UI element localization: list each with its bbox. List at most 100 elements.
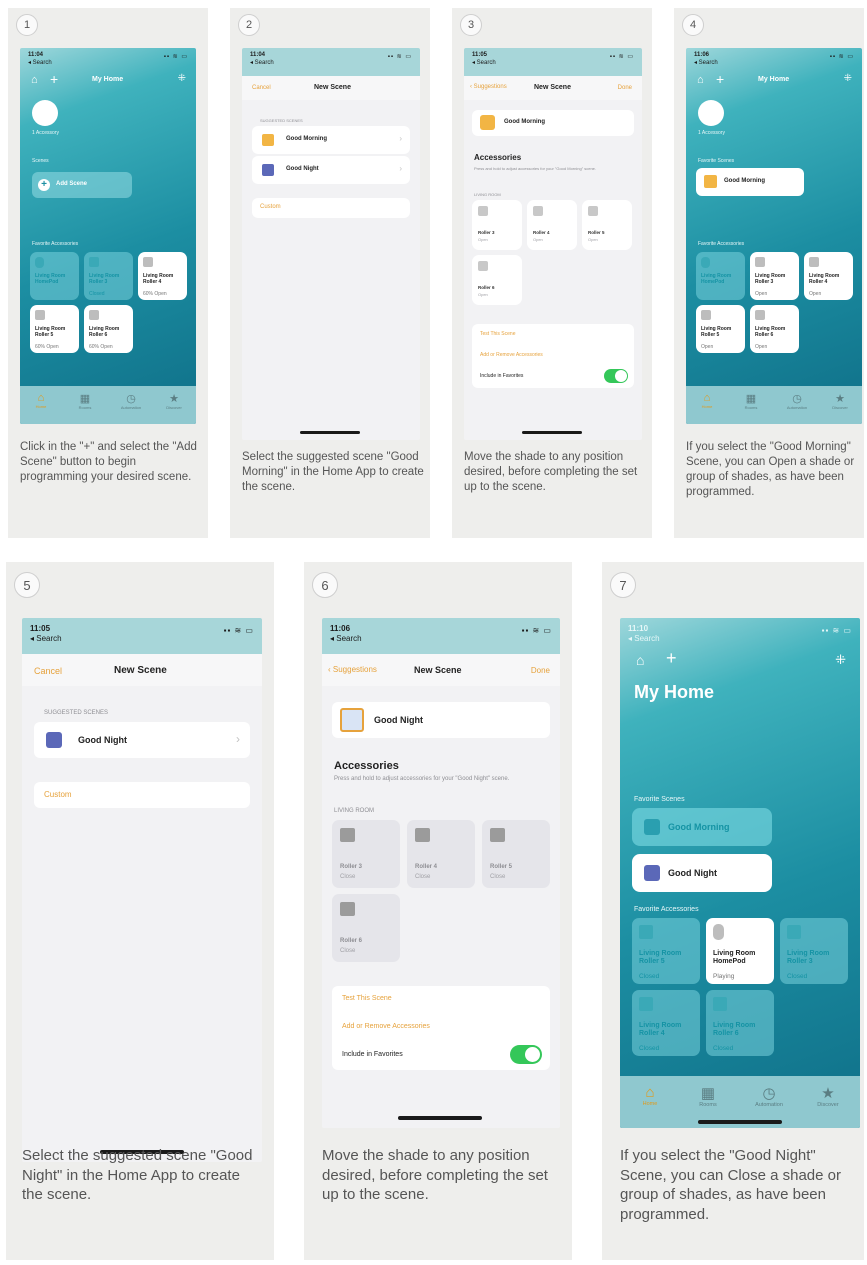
back-to-search-link[interactable]: ◂ Search (30, 634, 62, 643)
accessory-tile[interactable]: Living Room Roller 5 Closed (632, 918, 700, 984)
scene-button-good-night[interactable]: Good Night (632, 854, 772, 892)
custom-scene-row[interactable]: Custom (34, 782, 250, 808)
rooms-tab-icon: ▦ (745, 393, 757, 405)
step-number: 4 (682, 14, 704, 36)
signal-wifi-battery-icon: ▪▪ ≋ ▭ (829, 54, 854, 60)
tab-rooms[interactable]: ▦ Rooms (70, 392, 100, 410)
accessory-tile[interactable]: Roller 4 Open (527, 200, 577, 250)
tab-home[interactable]: ⌂ Home (632, 1084, 668, 1107)
add-scene-button[interactable]: + Add Scene (32, 172, 132, 198)
include-favorites-toggle[interactable] (604, 369, 628, 383)
done-button[interactable]: Done (531, 666, 550, 675)
test-scene-button[interactable]: Test This Scene (342, 995, 392, 1002)
home-tab-icon: ⌂ (703, 392, 711, 404)
scene-row-good-night[interactable]: Good Night › (34, 722, 250, 758)
accessory-tile[interactable]: Living Room HomePod Playing (706, 918, 774, 984)
waveform-icon[interactable]: ⁜ (835, 652, 846, 668)
include-favorites-toggle[interactable] (510, 1045, 542, 1064)
accessories-description: Press and hold to adjust accessories for… (474, 166, 597, 171)
scene-name-field[interactable]: Good Night (332, 702, 550, 738)
tab-home[interactable]: ⌂ Home (26, 392, 56, 409)
tab-rooms[interactable]: ▦ Rooms (736, 392, 766, 410)
home-icon[interactable]: ⌂ (697, 74, 704, 86)
back-to-search-link[interactable]: ◂ Search (250, 59, 274, 66)
cancel-button[interactable]: Cancel (252, 85, 271, 91)
nav-bar: ‹ Suggestions New Scene Done (464, 76, 642, 100)
tab-bar: ⌂ Home ▦ Rooms ◷ Automation ★ Discover (686, 386, 862, 424)
tab-automation[interactable]: ◷ Automation (746, 1084, 792, 1108)
discover-tab-icon: ★ (835, 393, 845, 405)
nav-bar: ‹ Suggestions New Scene Done (322, 654, 560, 686)
step-card-3: 3 11:05 ◂ Search ▪▪ ≋ ▭ ‹ Suggestions Ne… (452, 8, 652, 538)
back-suggestions-button[interactable]: ‹ Suggestions (328, 665, 377, 674)
accessory-tile[interactable]: Living Room Roller 4 60% Open (138, 252, 187, 300)
accessory-tile[interactable]: Living Room HomePod (30, 252, 79, 300)
done-button[interactable]: Done (618, 85, 632, 91)
moon-house-icon (46, 732, 62, 748)
scene-row-good-night[interactable]: Good Night › (252, 156, 410, 184)
cancel-button[interactable]: Cancel (34, 666, 62, 676)
accessory-tile[interactable]: Living Room Roller 5 Open (696, 305, 745, 353)
suggested-scenes-label: SUGGESTED SCENES (260, 118, 303, 123)
accessory-tile[interactable]: Living Room Roller 6 Open (750, 305, 799, 353)
add-plus-icon[interactable]: + (716, 71, 724, 87)
tab-discover[interactable]: ★ Discover (824, 392, 856, 410)
tab-home[interactable]: ⌂ Home (692, 392, 722, 409)
accessory-tile[interactable]: Living Room Roller 3 Closed (84, 252, 133, 300)
room-icon[interactable] (698, 100, 724, 126)
room-accessory-count: 1 Accessory (32, 130, 59, 136)
accessory-tile[interactable]: Roller 3 Close (332, 820, 400, 888)
custom-scene-row[interactable]: Custom (252, 198, 410, 218)
tab-rooms[interactable]: ▦ Rooms (690, 1084, 726, 1108)
automation-tab-icon: ◷ (762, 1085, 776, 1102)
add-plus-icon[interactable]: + (666, 648, 677, 669)
scene-button-good-morning[interactable]: Good Morning (632, 808, 772, 846)
signal-wifi-battery-icon: ▪▪ ≋ ▭ (223, 626, 254, 635)
scene-row-good-morning[interactable]: Good Morning › (252, 126, 410, 154)
back-to-search-link[interactable]: ◂ Search (330, 634, 362, 643)
sunrise-house-icon (262, 134, 274, 146)
tab-automation[interactable]: ◷ Automation (780, 392, 814, 410)
scene-button-good-morning[interactable]: Good Morning (696, 168, 804, 196)
add-circle-icon: + (38, 179, 50, 191)
tab-discover[interactable]: ★ Discover (158, 392, 190, 410)
accessory-tile[interactable]: Roller 3 Open (472, 200, 522, 250)
accessory-tile[interactable]: Roller 6 Close (332, 894, 400, 962)
step-number: 6 (312, 572, 338, 598)
waveform-icon[interactable]: ⁜ (178, 73, 186, 84)
discover-tab-icon: ★ (169, 393, 179, 405)
add-plus-icon[interactable]: + (50, 71, 58, 87)
suggested-scenes-label: SUGGESTED SCENES (44, 710, 109, 716)
accessory-tile[interactable]: Roller 5 Open (582, 200, 632, 250)
accessory-tile[interactable]: Living Room Roller 6 Closed (706, 990, 774, 1056)
accessory-tile[interactable]: Living Room Roller 4 Open (804, 252, 853, 300)
waveform-icon[interactable]: ⁜ (844, 73, 852, 84)
accessory-tile[interactable]: Living Room HomePod (696, 252, 745, 300)
back-to-search-link[interactable]: ◂ Search (628, 634, 660, 643)
tab-discover[interactable]: ★ Discover (808, 1084, 848, 1108)
back-suggestions-button[interactable]: ‹ Suggestions (470, 84, 507, 90)
accessory-tile[interactable]: Living Room Roller 3 Open (750, 252, 799, 300)
back-to-search-link[interactable]: ◂ Search (694, 59, 718, 66)
discover-tab-icon: ★ (821, 1085, 835, 1102)
add-remove-accessories-button[interactable]: Add or Remove Accessories (480, 352, 543, 358)
page-title: New Scene (114, 665, 167, 676)
signal-wifi-battery-icon: ▪▪ ≋ ▭ (821, 626, 852, 635)
accessory-tile[interactable]: Living Room Roller 3 Closed (780, 918, 848, 984)
accessories-heading: Accessories (474, 153, 522, 162)
scene-name-field[interactable]: Good Morning (472, 110, 634, 136)
back-to-search-link[interactable]: ◂ Search (28, 59, 52, 66)
accessory-tile[interactable]: Roller 4 Close (407, 820, 475, 888)
test-scene-button[interactable]: Test This Scene (480, 331, 515, 337)
home-icon[interactable]: ⌂ (31, 74, 38, 86)
tab-automation[interactable]: ◷ Automation (114, 392, 148, 410)
home-icon[interactable]: ⌂ (636, 652, 644, 668)
accessory-tile[interactable]: Roller 5 Close (482, 820, 550, 888)
accessory-tile[interactable]: Living Room Roller 4 Closed (632, 990, 700, 1056)
add-remove-accessories-button[interactable]: Add or Remove Accessories (342, 1023, 430, 1030)
room-icon[interactable] (32, 100, 58, 126)
accessory-tile[interactable]: Living Room Roller 5 60% Open (30, 305, 79, 353)
back-to-search-link[interactable]: ◂ Search (472, 59, 496, 66)
accessory-tile[interactable]: Roller 6 Open (472, 255, 522, 305)
accessory-tile[interactable]: Living Room Roller 6 60% Open (84, 305, 133, 353)
